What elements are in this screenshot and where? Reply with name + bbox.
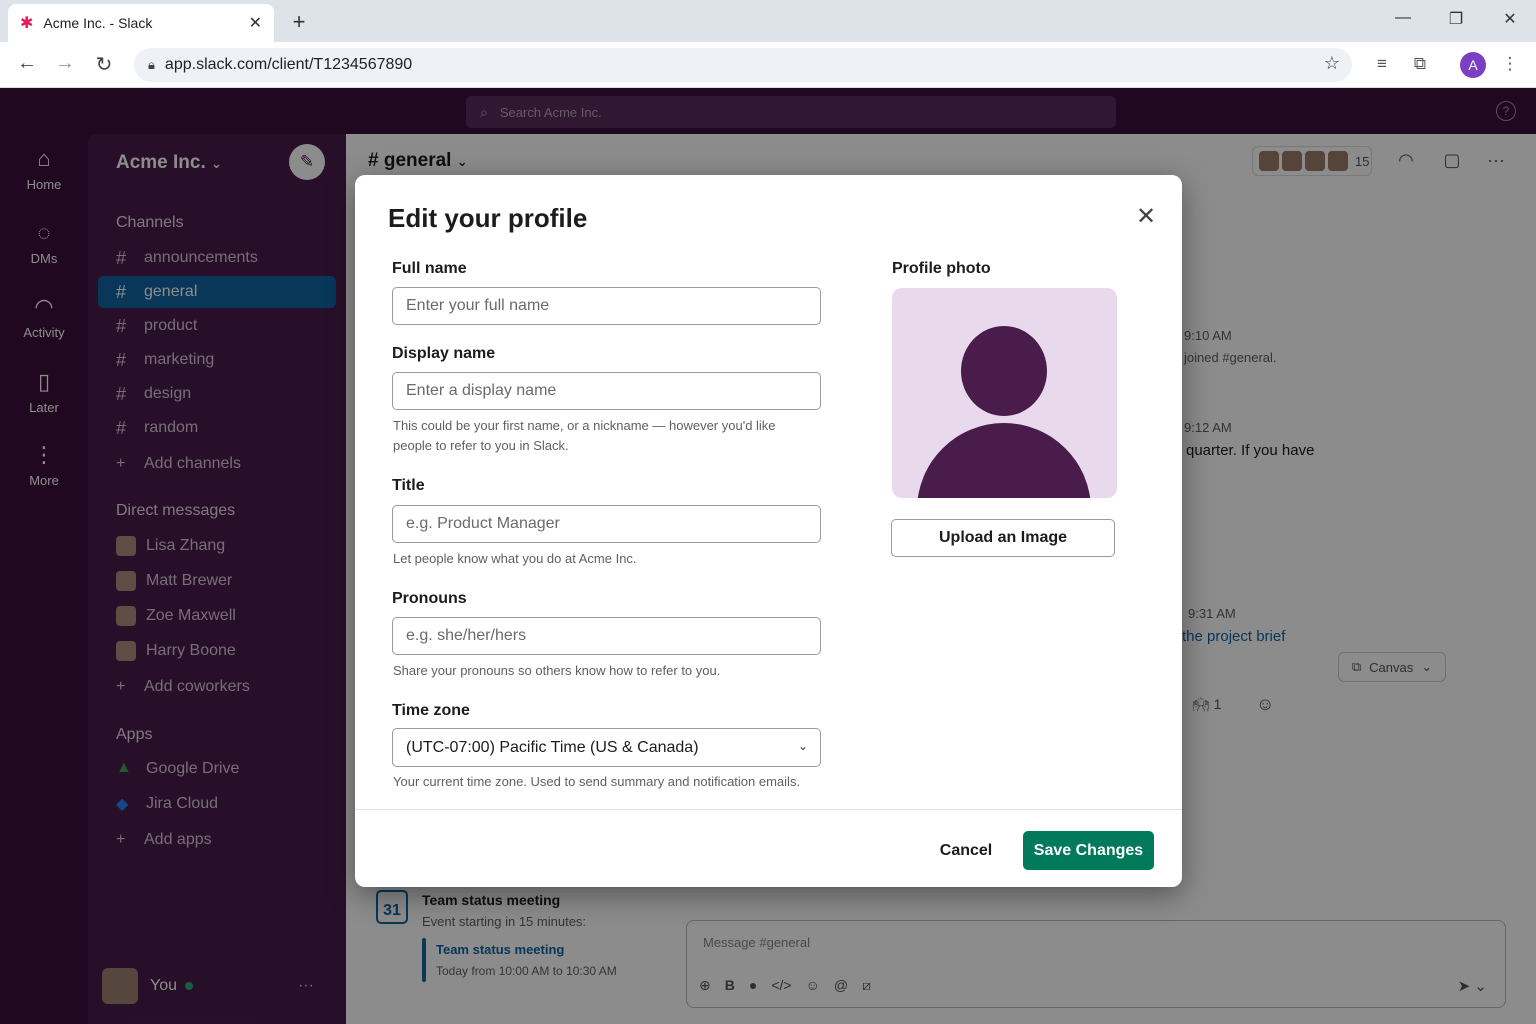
time-zone-value: (UTC-07:00) Pacific Time (US & Canada)	[406, 738, 699, 756]
display-name-input[interactable]	[392, 372, 821, 410]
title-label: Title	[392, 477, 425, 494]
restore-icon[interactable]: ❐	[1441, 9, 1471, 29]
bookmark-star-icon[interactable]: ☆	[1324, 53, 1340, 74]
pronouns-input[interactable]	[392, 617, 821, 655]
browser-menu-icon[interactable]: ⋮	[1497, 54, 1523, 74]
close-icon[interactable]: ✕	[1131, 201, 1161, 231]
cancel-button[interactable]: Cancel	[928, 832, 1004, 870]
title-help: Let people know what you do at Acme Inc.	[393, 551, 637, 566]
address-bar[interactable]: 🔒︎ app.slack.com/client/T1234567890 ☆	[134, 48, 1352, 82]
browser-nav-bar: ← → ↻ 🔒︎ app.slack.com/client/T123456789…	[0, 42, 1536, 88]
title-input[interactable]	[392, 505, 821, 543]
save-changes-button[interactable]: Save Changes	[1023, 831, 1154, 870]
display-name-label: Display name	[392, 345, 496, 362]
footer-divider	[355, 809, 1182, 810]
back-icon[interactable]: ←	[14, 52, 40, 75]
new-tab-icon[interactable]: +	[287, 9, 311, 35]
time-zone-label: Time zone	[392, 702, 470, 719]
full-name-label: Full name	[392, 260, 467, 277]
edit-profile-modal: Edit your profile ✕ Full name Display na…	[355, 175, 1182, 887]
profile-avatar[interactable]: A	[1460, 52, 1486, 78]
avatar-head-shape	[961, 326, 1047, 416]
profile-photo-placeholder	[892, 288, 1117, 498]
avatar-body-shape	[917, 423, 1091, 498]
upload-image-button[interactable]: Upload an Image	[891, 519, 1115, 557]
extensions-icon[interactable]: ⧉	[1407, 54, 1433, 74]
time-zone-select[interactable]: (UTC-07:00) Pacific Time (US & Canada) ⌄	[392, 728, 821, 767]
forward-icon[interactable]: →	[52, 52, 78, 75]
pronouns-help: Share your pronouns so others know how t…	[393, 663, 721, 678]
modal-title: Edit your profile	[388, 203, 588, 233]
chevron-down-icon: ⌄	[797, 739, 808, 753]
tab-title: Acme Inc. - Slack	[43, 15, 153, 31]
full-name-input[interactable]	[392, 287, 821, 325]
profile-photo-label: Profile photo	[892, 260, 991, 277]
slack-logo-icon: ✱	[20, 15, 34, 32]
url-text: app.slack.com/client/T1234567890	[164, 56, 413, 73]
time-zone-help: Your current time zone. Used to send sum…	[393, 774, 801, 789]
lock-icon: 🔒︎	[148, 57, 155, 72]
close-tab-icon[interactable]: ✕	[249, 13, 262, 33]
minimize-icon[interactable]: —	[1388, 9, 1418, 27]
translate-icon[interactable]: ≡	[1369, 54, 1395, 74]
browser-tab-bar: ✱ Acme Inc. - Slack ✕ + — ❐ ✕	[0, 0, 1536, 42]
display-name-help: This could be your first name, or a nick…	[393, 418, 776, 453]
browser-tab[interactable]: ✱ Acme Inc. - Slack ✕	[8, 4, 274, 42]
close-window-icon[interactable]: ✕	[1495, 9, 1525, 29]
reload-icon[interactable]: ↻	[91, 52, 117, 77]
pronouns-label: Pronouns	[392, 590, 467, 607]
